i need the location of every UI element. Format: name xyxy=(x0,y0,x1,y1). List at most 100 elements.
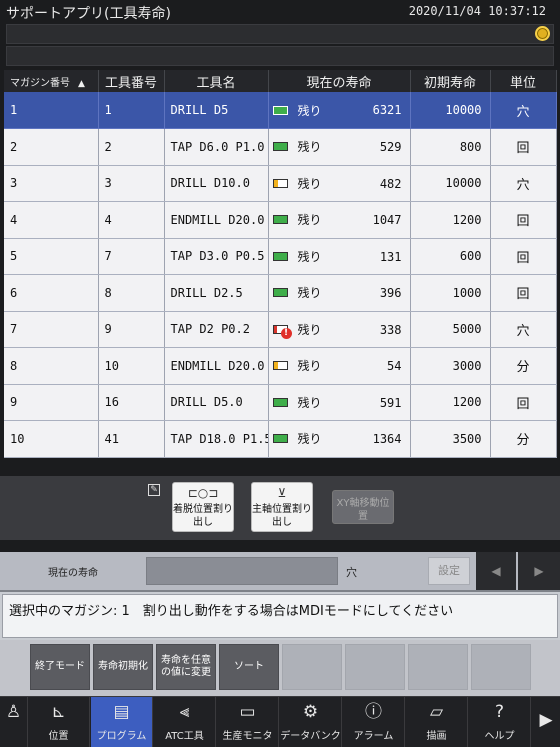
current-life-value: 591 xyxy=(379,395,402,410)
current-life-value: 396 xyxy=(379,286,402,300)
initial-life-cell: 3000 xyxy=(410,347,491,385)
current-life-cell: 残り 529 xyxy=(268,128,411,166)
magazine-number-cell: 2 xyxy=(4,128,99,166)
nav-atc-tool[interactable]: ⫷ ATC工具 xyxy=(154,697,216,747)
life-input-field[interactable] xyxy=(146,557,338,585)
nav-alarm[interactable]: ⓘ アラーム xyxy=(343,697,405,747)
end-mode-softkey[interactable]: 終了モード xyxy=(30,644,90,690)
life-gauge-fill xyxy=(273,398,287,406)
tool-name-cell: TAP D3.0 P0.5 xyxy=(164,238,269,275)
tool-number-cell: 16 xyxy=(98,384,165,421)
remaining-label: 残り xyxy=(297,322,322,337)
status-indicator-icon[interactable] xyxy=(535,26,550,41)
next-arrow-icon[interactable]: ▶ xyxy=(518,552,560,590)
table-row[interactable]: 3 3 DRILL D10.0 残り 482 10000 穴 xyxy=(4,165,557,202)
table-row[interactable]: 6 8 DRILL D2.5 残り 396 1000 回 xyxy=(4,274,557,312)
table-row[interactable]: 2 2 TAP D6.0 P1.0 残り 529 800 回 xyxy=(4,128,557,166)
nav-position[interactable]: ⊾ 位置 xyxy=(28,697,90,747)
tool-attach-icon: ⊏○⊐ xyxy=(187,486,219,500)
life-gauge-fill xyxy=(273,143,287,151)
remaining-label: 残り xyxy=(297,176,322,191)
life-gauge-fill xyxy=(273,362,279,370)
attach-position-index-button[interactable]: ⊏○⊐ 着脱位置割り出し xyxy=(172,482,234,532)
header-unit[interactable]: 単位 xyxy=(490,70,557,92)
table-row[interactable]: 1 1 DRILL D5 残り 6321 10000 穴 xyxy=(4,92,557,129)
nav-production-monitor[interactable]: ▭ 生産モニタ xyxy=(217,697,279,747)
atc-tool-icon: ⫷ xyxy=(179,702,190,722)
nav-person[interactable]: ♙ xyxy=(0,697,28,747)
life-input-label: 現在の寿命 xyxy=(48,568,98,579)
empty-softkey xyxy=(345,644,405,690)
header-current-life[interactable]: 現在の寿命 xyxy=(268,70,411,92)
current-life-cell: 残り 482 xyxy=(268,165,411,202)
sort-asc-icon: ▲ xyxy=(78,78,85,89)
current-life-cell: 残り 591 xyxy=(268,384,411,421)
prev-arrow-icon[interactable]: ◀ xyxy=(476,552,516,590)
nav-help[interactable]: ? ヘルプ xyxy=(469,697,531,747)
life-gauge-fill xyxy=(273,252,287,260)
nav-drawing[interactable]: ▱ 描画 xyxy=(406,697,468,747)
spindle-position-index-button[interactable]: ⊻ 主軸位置割り出し xyxy=(251,482,313,532)
header-tool-number[interactable]: 工具番号 xyxy=(98,70,165,92)
tool-name-cell: DRILL D10.0 xyxy=(164,165,269,202)
remaining-label: 残り xyxy=(297,140,322,155)
life-gauge-fill xyxy=(273,435,287,443)
initial-life-cell: 10000 xyxy=(410,92,491,129)
header-initial-life[interactable]: 初期寿命 xyxy=(410,70,491,92)
help-icon: ? xyxy=(494,702,505,722)
sort-softkey[interactable]: ソート xyxy=(219,644,279,690)
table-row[interactable]: 7 9 TAP D2 P0.2! 残り 338 5000 穴 xyxy=(4,311,557,348)
life-gauge-icon xyxy=(272,142,288,152)
magazine-number-cell: 1 xyxy=(4,92,99,129)
remaining-label: 残り xyxy=(297,249,322,264)
softkey-bar: 終了モード 寿命初期化 寿命を任意の値に変更 ソート xyxy=(0,640,560,696)
tool-number-cell: 4 xyxy=(98,201,165,239)
person-icon: ♙ xyxy=(5,702,22,722)
table-row[interactable]: 5 7 TAP D3.0 P0.5 残り 131 600 回 xyxy=(4,238,557,275)
life-gauge-fill xyxy=(273,106,287,114)
edit-icon[interactable]: ✎ xyxy=(148,484,160,496)
spindle-icon: ⊻ xyxy=(277,486,287,500)
initial-life-cell: 1200 xyxy=(410,201,491,239)
tool-name-cell: ENDMILL D20.0 xyxy=(164,347,269,385)
header-tool-name[interactable]: 工具名 xyxy=(164,70,269,92)
alarm-icon: ⓘ xyxy=(365,702,382,722)
magazine-number-cell: 10 xyxy=(4,420,99,458)
set-button[interactable]: 設定 xyxy=(428,557,470,585)
table-row[interactable]: 10 41 TAP D18.0 P1.5 残り 1364 3500 分 xyxy=(4,420,557,458)
header-magazine-number[interactable]: マガジン番号 ▲ xyxy=(4,70,99,92)
nav-program[interactable]: ▤ プログラム xyxy=(91,697,153,747)
nav-data-bank[interactable]: ⚙ データバンク xyxy=(280,697,342,747)
table-row[interactable]: 9 16 DRILL D5.0 残り 591 1200 回 xyxy=(4,384,557,421)
current-life-cell: 残り 396 xyxy=(268,274,411,312)
table-row[interactable]: 4 4 ENDMILL D20.0 残り 1047 1200 回 xyxy=(4,201,557,239)
tool-number-cell: 1 xyxy=(98,92,165,129)
initial-life-cell: 1000 xyxy=(410,274,491,312)
tool-number-cell: 8 xyxy=(98,274,165,312)
unit-cell: 回 xyxy=(490,384,557,421)
unit-cell: 穴 xyxy=(490,92,557,129)
message-line-1 xyxy=(6,24,554,44)
current-life-value: 1047 xyxy=(372,213,402,227)
xy-axis-position-button[interactable]: XY軸移動位置 xyxy=(332,490,394,524)
unit-cell: 穴 xyxy=(490,311,557,348)
table-row[interactable]: 8 10 ENDMILL D20.0 残り 54 3000 分 xyxy=(4,347,557,385)
tool-number-cell: 3 xyxy=(98,165,165,202)
life-gauge-icon xyxy=(272,215,288,225)
life-gauge-fill xyxy=(273,179,279,187)
life-gauge-icon xyxy=(272,251,288,261)
unit-cell: 回 xyxy=(490,238,557,275)
life-gauge-fill xyxy=(273,325,277,333)
current-life-value: 529 xyxy=(379,140,402,154)
tool-name-cell: DRILL D5.0 xyxy=(164,384,269,421)
life-gauge-icon xyxy=(272,397,288,407)
unit-cell: 回 xyxy=(490,274,557,312)
life-init-softkey[interactable]: 寿命初期化 xyxy=(93,644,153,690)
program-icon: ▤ xyxy=(113,702,130,722)
magazine-number-cell: 6 xyxy=(4,274,99,312)
tool-name-cell: TAP D18.0 P1.5 xyxy=(164,420,269,458)
warning-icon: ! xyxy=(280,327,292,339)
bottom-navigation: ♙ ⊾ 位置 ▤ プログラム ⫷ ATC工具 ▭ 生産モニタ ⚙ データバンク ⓘ アラーム… xyxy=(0,696,560,747)
nav-more[interactable]: ▶ xyxy=(532,697,560,747)
life-change-softkey[interactable]: 寿命を任意の値に変更 xyxy=(156,644,216,690)
